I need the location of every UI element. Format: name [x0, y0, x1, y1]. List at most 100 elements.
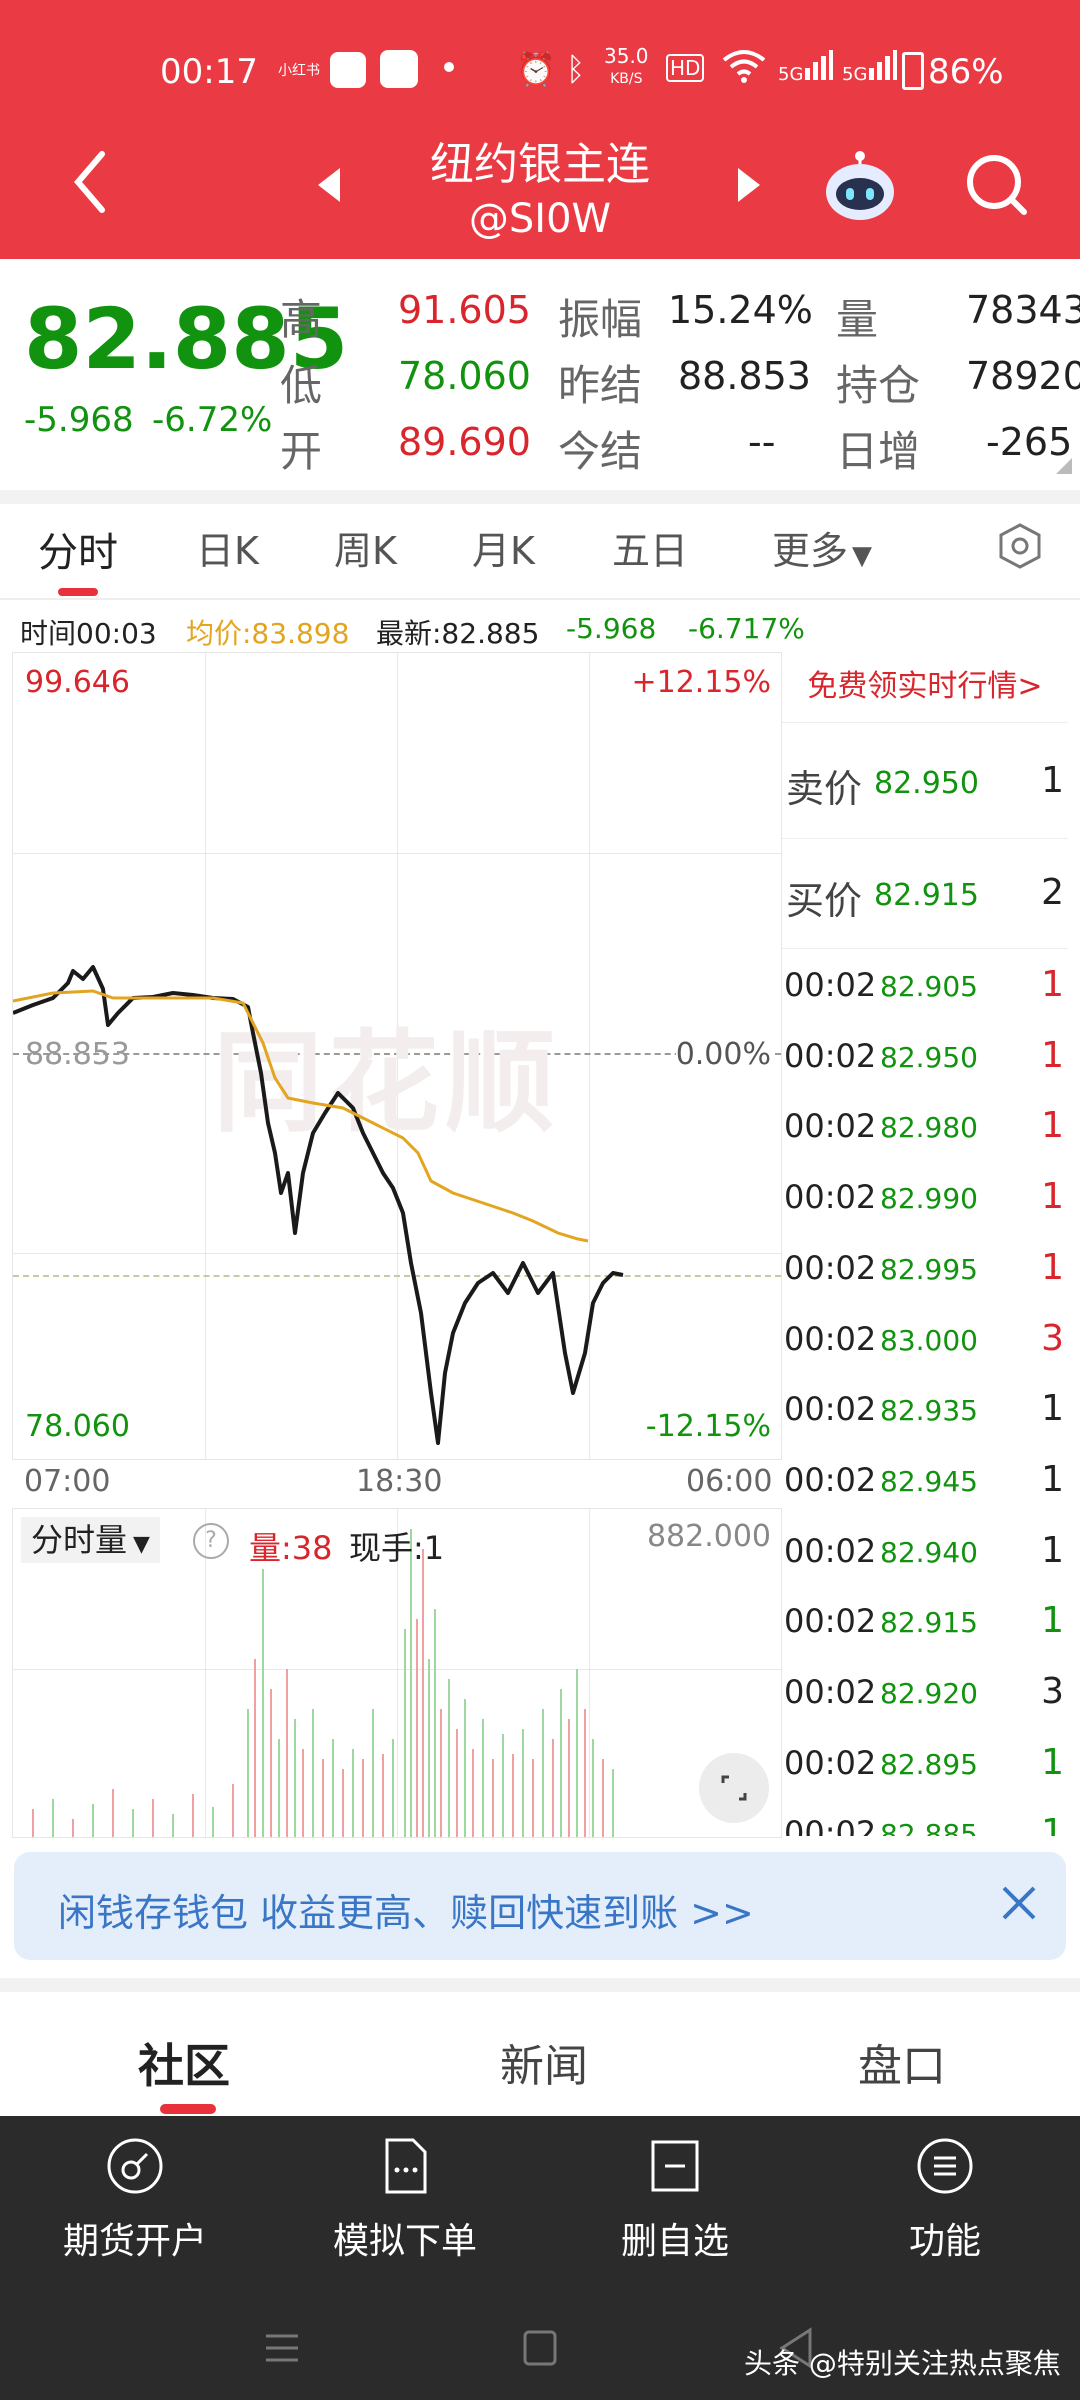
- avatar-notification-icon: [380, 50, 418, 88]
- chevron-down-icon: ▼: [133, 1532, 150, 1557]
- battery-level: 86%: [928, 52, 1004, 92]
- app-notification-icon: 小红书: [278, 63, 320, 79]
- ask-volume: 1: [1041, 760, 1064, 801]
- promo-banner[interactable]: 闲钱存钱包 收益更高、赎回快速到账 >>: [14, 1852, 1066, 1960]
- settings-hexagon-icon[interactable]: [996, 522, 1044, 574]
- trade-price: 82.990: [880, 1182, 978, 1216]
- trade-time: 00:02: [784, 1602, 877, 1641]
- trade-time: 00:02: [784, 1743, 877, 1782]
- trade-time: 00:02: [784, 1531, 877, 1570]
- trade-time: 00:02: [784, 1319, 877, 1358]
- trade-volume: 1: [1041, 1458, 1064, 1500]
- trade-price: 82.980: [880, 1111, 978, 1145]
- account-open-icon: [107, 2138, 163, 2194]
- trade-row: 00:02 82.980 1: [782, 1097, 1068, 1157]
- tab-weekly-k[interactable]: 周K: [334, 520, 397, 575]
- trade-row: 00:02 82.950 1: [782, 1027, 1068, 1087]
- volume-value-label: 量:38: [249, 1529, 333, 1567]
- next-contract-button[interactable]: [736, 168, 760, 206]
- close-icon[interactable]: [994, 1878, 1044, 1932]
- trade-time: 00:02: [784, 1390, 877, 1429]
- trade-time: 00:02: [784, 1248, 877, 1287]
- expand-corner-icon[interactable]: [1056, 458, 1072, 474]
- dot-icon: [444, 62, 454, 72]
- tab-community[interactable]: 社区: [138, 2030, 230, 2096]
- trade-row: 00:02 82.895 1: [782, 1734, 1068, 1794]
- axis-bottom-pct: -12.15%: [645, 1409, 771, 1444]
- trade-volume: 1: [1041, 1176, 1064, 1218]
- remove-watchlist-button[interactable]: 删自选: [540, 2136, 810, 2264]
- trade-row: 00:02 82.905 1: [782, 956, 1068, 1016]
- minus-box-icon: [651, 2140, 699, 2192]
- trade-row: 00:02 82.915 1: [782, 1592, 1068, 1652]
- volume-chart[interactable]: 分时量 ▼ ? 量:38 现手:1 882.000: [12, 1508, 782, 1838]
- prev-settle-label: 昨结: [558, 361, 643, 410]
- header-bar: 00:17 小红书 ⏰ ᛒ 35.0 KB/S HD 5G 5G 86% 纽约银…: [0, 0, 1080, 259]
- open-value: 89.690: [398, 420, 531, 464]
- recent-apps-icon[interactable]: [262, 2328, 302, 2372]
- bid-label: 买价: [786, 879, 863, 923]
- net1-label: 5G: [778, 64, 804, 85]
- info-latest: 最新:82.885: [376, 617, 540, 650]
- speed-unit: KB/S: [610, 71, 643, 87]
- trade-price: 83.000: [880, 1323, 978, 1357]
- x-axis-label-start: 07:00: [24, 1464, 111, 1499]
- tab-daily-k[interactable]: 日K: [196, 520, 259, 575]
- trade-time: 00:02: [784, 1036, 877, 1075]
- bottom-label: 功能: [908, 2221, 981, 2262]
- amplitude-label: 振幅: [558, 295, 643, 344]
- axis-top-pct: +12.15%: [631, 665, 771, 700]
- trade-price: 82.895: [880, 1747, 978, 1781]
- volume-type-selector[interactable]: 分时量 ▼: [21, 1517, 160, 1563]
- tab-more[interactable]: 更多 ▼: [772, 520, 872, 575]
- price-change: -5.968: [24, 400, 134, 440]
- trade-time: 00:02: [784, 1460, 877, 1499]
- info-time: 时间00:03: [20, 617, 157, 650]
- bottom-label: 模拟下单: [332, 2221, 477, 2262]
- section-divider: [0, 1978, 1080, 1992]
- home-icon[interactable]: [522, 2328, 558, 2372]
- trade-volume: 3: [1041, 1671, 1064, 1712]
- signal-2-icon: 5G: [842, 50, 898, 85]
- tab-more-label: 更多: [772, 529, 849, 573]
- help-icon[interactable]: ?: [193, 1523, 229, 1559]
- tab-five-day[interactable]: 五日: [612, 520, 688, 575]
- order-book-panel: 免费领实时行情> 卖价 82.950 1 买价 82.915 2 00:02 82…: [782, 652, 1068, 1836]
- trade-price: 82.905: [880, 970, 978, 1003]
- trade-row: 00:02 82.885 1: [782, 1804, 1068, 1836]
- trade-volume: 1: [1041, 1034, 1064, 1076]
- intraday-chart[interactable]: 同花顺 99.646 +12.15% 88.853 0.00% 78.060 -…: [12, 652, 782, 1460]
- fullscreen-button[interactable]: [699, 1753, 769, 1823]
- trade-volume: 1: [1041, 1812, 1064, 1836]
- tab-order-book[interactable]: 盘口: [858, 2030, 946, 2094]
- tab-monthly-k[interactable]: 月K: [472, 520, 535, 575]
- speed-value: 35.0: [604, 44, 649, 68]
- functions-button[interactable]: 功能: [810, 2136, 1080, 2264]
- open-futures-account-button[interactable]: 期货开户: [0, 2136, 270, 2264]
- robot-assistant-icon[interactable]: [822, 148, 898, 226]
- tab-news[interactable]: 新闻: [500, 2030, 588, 2094]
- search-icon[interactable]: [964, 152, 1028, 220]
- free-realtime-quote-link[interactable]: 免费领实时行情>: [782, 652, 1068, 723]
- app-notification-icon: [330, 52, 366, 88]
- bluetooth-icon: ᛒ: [566, 50, 586, 88]
- trade-time: 00:02: [784, 1107, 877, 1146]
- trade-time: 00:02: [784, 1178, 877, 1217]
- daily-increase-label: 日增: [836, 427, 921, 476]
- ask-row: 卖价 82.950 1: [782, 730, 1068, 839]
- axis-top-price: 99.646: [25, 665, 130, 700]
- trade-volume: 1: [1041, 1388, 1064, 1430]
- bid-price: 82.915: [874, 878, 979, 913]
- chevron-down-icon: ▼: [852, 541, 873, 571]
- trade-row: 00:02 83.000 3: [782, 1310, 1068, 1370]
- simulated-order-button[interactable]: 模拟下单: [270, 2136, 540, 2264]
- trade-price: 82.945: [880, 1464, 978, 1498]
- document-icon: [385, 2138, 427, 2194]
- bid-row: 买价 82.915 2: [782, 840, 1068, 949]
- price-change-pct: -6.72%: [152, 400, 273, 440]
- battery-icon: [902, 52, 924, 90]
- trade-row: 00:02 82.945 1: [782, 1451, 1068, 1511]
- open-interest-value: 78920: [966, 354, 1080, 398]
- watermark-caption: 头条 @特别关注热点聚焦: [744, 2347, 1061, 2380]
- tab-intraday[interactable]: 分时: [38, 520, 118, 578]
